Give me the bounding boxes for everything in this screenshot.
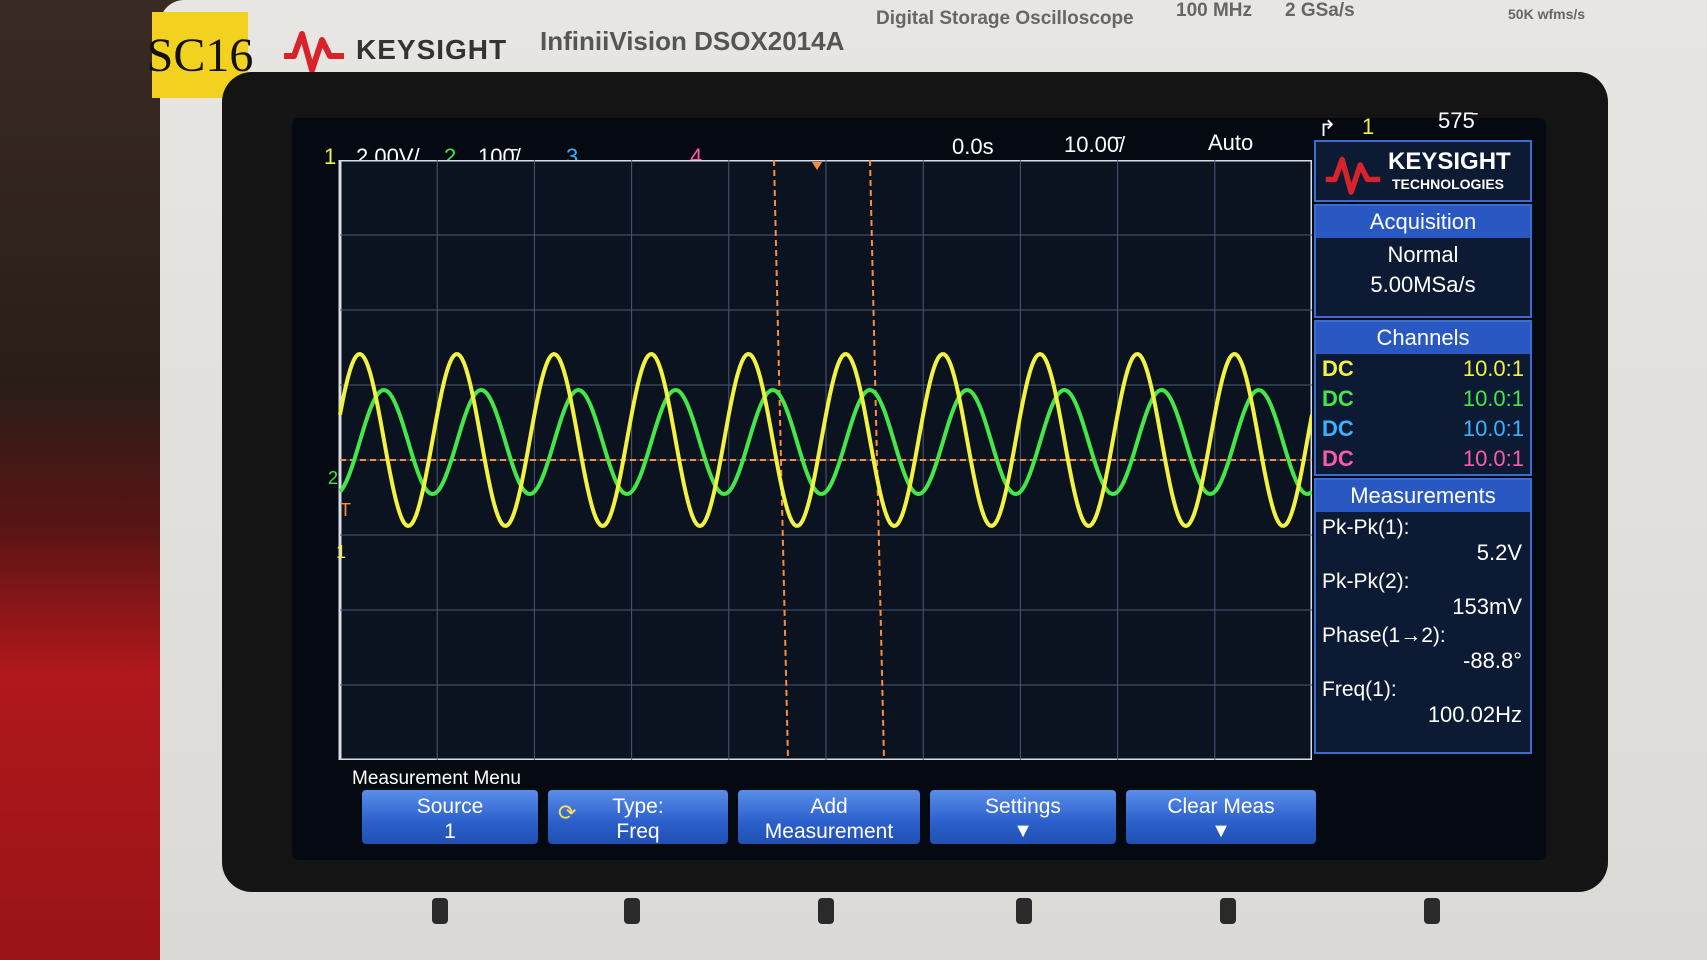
waveform-grid[interactable] (318, 160, 1312, 760)
softkey-source[interactable]: Source 1 (362, 790, 538, 844)
measurements-box[interactable]: Measurements Pk-Pk(1): 5.2V Pk-Pk(2): 15… (1314, 478, 1532, 754)
trigger-level[interactable]: 575̄ (1438, 108, 1475, 134)
rotate-knob-icon: ⟳ (558, 800, 577, 825)
softkey-clear-meas[interactable]: Clear Meas ▼ (1126, 790, 1316, 844)
acquisition-title: Acquisition (1316, 206, 1530, 238)
brand-logo: KEYSIGHT (282, 26, 507, 74)
softkey-settings[interactable]: Settings ▼ (930, 790, 1116, 844)
channel-row-4[interactable]: DC 10.0:1 (1316, 444, 1530, 474)
arrow-down-icon: ▼ (1013, 820, 1033, 842)
brand-name: KEYSIGHT (356, 34, 508, 65)
measurement-value-3: -88.8° (1463, 648, 1522, 673)
side-panel: KEYSIGHT TECHNOLOGIES Acquisition Normal… (1314, 140, 1532, 754)
menu-title: Measurement Menu (352, 768, 521, 789)
ch1-ground-marker[interactable]: 1 (336, 542, 346, 563)
ch4-coupling: DC (1322, 446, 1354, 471)
ch1-coupling: DC (1322, 356, 1354, 381)
measurements-title: Measurements (1316, 480, 1530, 512)
softkey-type[interactable]: ⟳ Type: Freq (548, 790, 728, 844)
measurement-value-1: 5.2V (1476, 540, 1522, 565)
ch2-ground-marker[interactable]: 2 (328, 468, 338, 489)
panel-logo-line2: TECHNOLOGIES (1392, 176, 1505, 192)
channels-box[interactable]: Channels DC 10.0:1 DC 10.0:1 DC 10.0:1 D… (1314, 320, 1532, 476)
ch1-probe: 10.0:1 (1462, 356, 1524, 381)
softkey-add-measurement[interactable]: Add Measurement (738, 790, 920, 844)
ch3-coupling: DC (1322, 416, 1354, 441)
softkey-add-line2: Measurement (764, 820, 894, 843)
model-name: InfiniiVision DSOX2014A (540, 26, 845, 56)
trigger-mode[interactable]: Auto (1208, 130, 1253, 156)
time-delay[interactable]: 0.0s (952, 134, 994, 160)
acquisition-box[interactable]: Acquisition Normal 5.00MSa/s (1314, 204, 1532, 318)
channel-row-2[interactable]: DC 10.0:1 (1316, 384, 1530, 414)
keysight-wave-icon (1325, 156, 1381, 195)
measurement-label-3: Phase(1→2): (1322, 624, 1446, 647)
hardware-softkey-3[interactable] (818, 898, 834, 924)
ch4-probe: 10.0:1 (1462, 446, 1524, 471)
channels-title: Channels (1316, 322, 1530, 354)
measurement-label-4: Freq(1): (1322, 678, 1397, 701)
channel-row-3[interactable]: DC 10.0:1 (1316, 414, 1530, 444)
ch2-probe: 10.0:1 (1462, 386, 1524, 411)
softkey-source-line1: Source (416, 795, 484, 818)
measurement-value-2: 153mV (1452, 594, 1522, 619)
measurement-label-2: Pk-Pk(2): (1322, 570, 1410, 593)
acquisition-rate: 5.00MSa/s (1370, 272, 1476, 297)
acquisition-mode: Normal (1387, 242, 1459, 267)
hardware-softkey-1[interactable] (432, 898, 448, 924)
sample-rate-spec: 2 GSa/s (1285, 0, 1355, 21)
panel-logo: KEYSIGHT TECHNOLOGIES (1314, 140, 1532, 202)
time-scale[interactable]: 10.00̄/ (1064, 132, 1125, 158)
instrument-description: Digital Storage Oscilloscope (876, 8, 1134, 29)
ch2-coupling: DC (1322, 386, 1354, 411)
trigger-edge-icon: ↱ (1318, 116, 1337, 141)
channel-row-1[interactable]: DC 10.0:1 (1316, 354, 1530, 384)
softkey-source-line2: 1 (444, 820, 456, 843)
hardware-softkey-6[interactable] (1424, 898, 1440, 924)
softkey-add-line1: Add (810, 795, 848, 818)
hardware-softkey-2[interactable] (624, 898, 640, 924)
measurement-label-1: Pk-Pk(1): (1322, 516, 1410, 539)
measurement-value-4: 100.02Hz (1427, 702, 1522, 727)
trigger-marker[interactable]: T (340, 500, 351, 521)
softkey-settings-label: Settings (985, 795, 1061, 818)
trigger-source[interactable]: 1 (1362, 114, 1374, 140)
hardware-softkey-5[interactable] (1220, 898, 1236, 924)
hardware-softkey-4[interactable] (1016, 898, 1032, 924)
arrow-down-icon: ▼ (1211, 820, 1231, 842)
bandwidth-spec: 100 MHz (1176, 0, 1253, 21)
keysight-wave-icon (284, 31, 344, 73)
panel-logo-line1: KEYSIGHT (1388, 148, 1511, 175)
waveform-rate-spec: 50K wfms/s (1508, 6, 1586, 22)
softkey-clear-label: Clear Meas (1167, 795, 1275, 818)
ch3-probe: 10.0:1 (1462, 416, 1524, 441)
